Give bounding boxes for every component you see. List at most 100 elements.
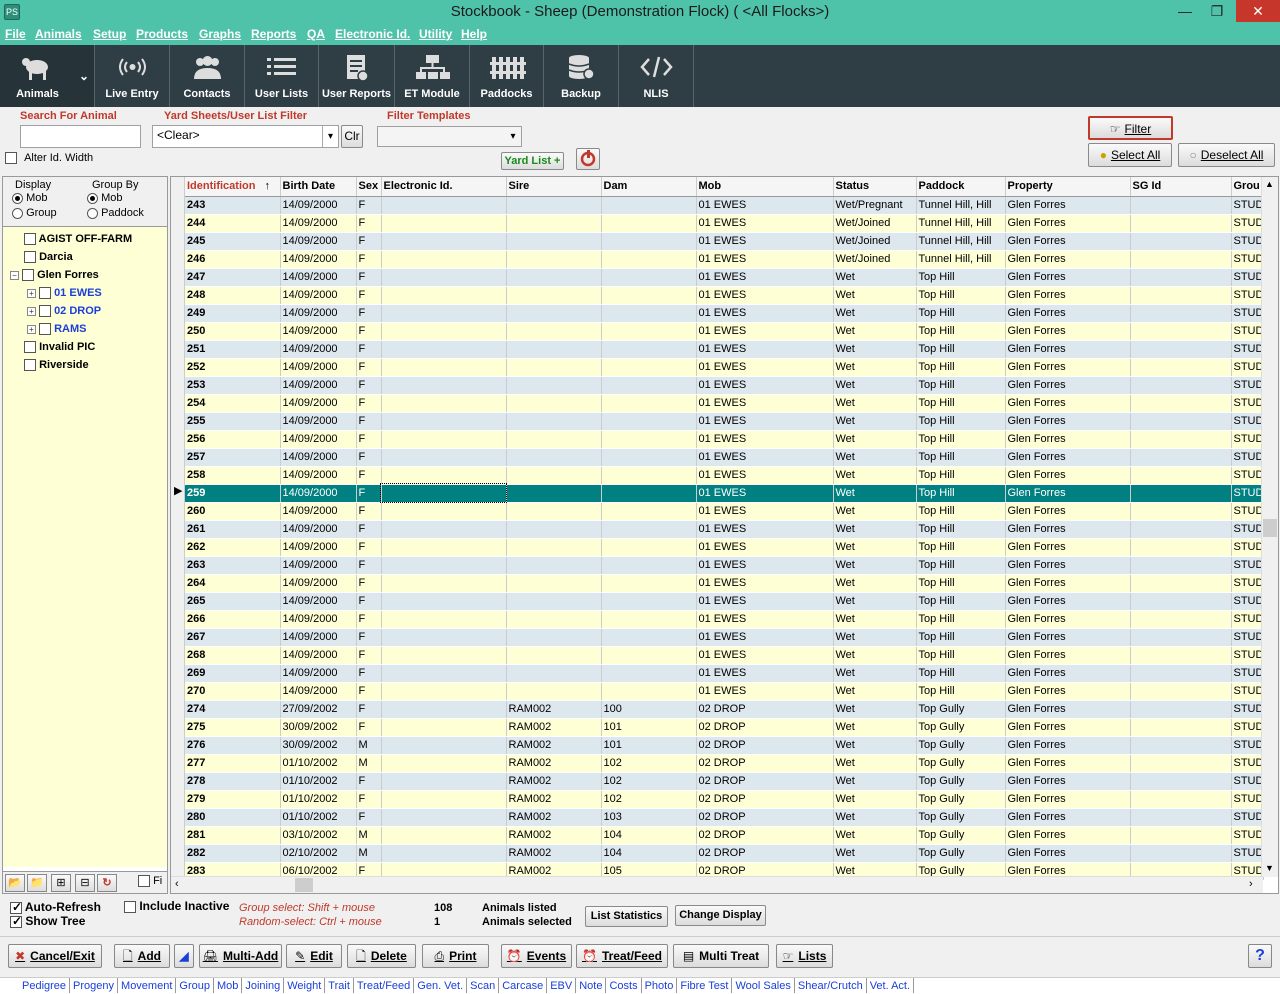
table-cell[interactable]	[1130, 664, 1232, 683]
horizontal-scrollbar[interactable]: ‹ ›	[171, 876, 1263, 893]
table-cell[interactable]: 14/09/2000	[280, 520, 357, 539]
table-cell[interactable]: F	[356, 628, 382, 647]
checkbox-box[interactable]	[5, 152, 17, 165]
table-cell[interactable]: Wet	[833, 520, 917, 539]
table-cell[interactable]	[506, 376, 602, 395]
table-cell[interactable]: F	[356, 322, 382, 341]
table-cell[interactable]	[601, 268, 697, 287]
table-cell[interactable]	[506, 322, 602, 341]
table-cell[interactable]: Glen Forres	[1005, 484, 1131, 503]
table-cell[interactable]: Glen Forres	[1005, 430, 1131, 449]
table-cell[interactable]: STUD	[1231, 286, 1265, 305]
table-cell[interactable]: Glen Forres	[1005, 466, 1131, 485]
toolbar-animals[interactable]: Animals ⌄	[0, 45, 95, 107]
table-cell[interactable]: Top Hill	[916, 412, 1006, 431]
table-cell[interactable]: Wet	[833, 610, 917, 629]
table-cell[interactable]: 244	[185, 214, 281, 233]
table-cell[interactable]: Wet	[833, 376, 917, 395]
table-cell[interactable]: 02 DROP	[696, 826, 834, 845]
table-cell[interactable]: 14/09/2000	[280, 304, 357, 323]
table-cell[interactable]	[381, 376, 507, 395]
col-birth-date[interactable]: Birth Date	[280, 177, 357, 197]
table-cell[interactable]	[506, 592, 602, 611]
toolbar-et-module[interactable]: ET Module	[395, 45, 470, 107]
checkbox-box[interactable]	[24, 251, 36, 264]
table-cell[interactable]: Glen Forres	[1005, 682, 1131, 701]
col-paddock[interactable]: Paddock	[916, 177, 1006, 197]
table-cell[interactable]: 103	[601, 808, 697, 827]
delete-button[interactable]: 🗋 Delete	[347, 944, 416, 968]
table-cell[interactable]: Wet	[833, 628, 917, 647]
link-carcase[interactable]: Carcase	[499, 978, 548, 993]
table-cell[interactable]	[1130, 538, 1232, 557]
table-cell[interactable]: F	[356, 358, 382, 377]
table-cell[interactable]: Glen Forres	[1005, 196, 1131, 215]
table-cell[interactable]: 246	[185, 250, 281, 269]
table-cell[interactable]: Wet	[833, 574, 917, 593]
table-cell[interactable]: 277	[185, 754, 281, 773]
table-cell[interactable]: 281	[185, 826, 281, 845]
table-cell[interactable]	[1130, 556, 1232, 575]
table-cell[interactable]: 266	[185, 610, 281, 629]
table-cell[interactable]	[381, 790, 507, 809]
table-cell[interactable]	[381, 286, 507, 305]
link-note[interactable]: Note	[576, 978, 607, 993]
table-cell[interactable]	[381, 340, 507, 359]
chevron-down-icon[interactable]: ⌄	[75, 69, 93, 83]
table-cell[interactable]: Top Hill	[916, 286, 1006, 305]
table-cell[interactable]: M	[356, 844, 382, 863]
chevron-down-icon[interactable]: ▾	[505, 127, 521, 146]
search-input[interactable]	[20, 125, 141, 148]
table-cell[interactable]: 278	[185, 772, 281, 791]
table-cell[interactable]: 01 EWES	[696, 502, 834, 521]
table-cell[interactable]: Top Hill	[916, 376, 1006, 395]
table-cell[interactable]	[506, 610, 602, 629]
table-cell[interactable]: Top Hill	[916, 340, 1006, 359]
table-cell[interactable]: Glen Forres	[1005, 448, 1131, 467]
table-cell[interactable]: 282	[185, 844, 281, 863]
table-cell[interactable]	[506, 628, 602, 647]
table-cell[interactable]	[601, 304, 697, 323]
table-cell[interactable]: STUD	[1231, 466, 1265, 485]
table-cell[interactable]: Wet	[833, 718, 917, 737]
table-cell[interactable]: 01 EWES	[696, 412, 834, 431]
table-cell[interactable]: 14/09/2000	[280, 664, 357, 683]
table-cell[interactable]: 30/09/2002	[280, 736, 357, 755]
table-cell[interactable]: Top Hill	[916, 448, 1006, 467]
table-cell[interactable]	[381, 826, 507, 845]
table-cell[interactable]: 14/09/2000	[280, 538, 357, 557]
table-cell[interactable]: 01/10/2002	[280, 772, 357, 791]
table-cell[interactable]	[506, 304, 602, 323]
table-cell[interactable]: 01/10/2002	[280, 754, 357, 773]
table-row[interactable]: 275 30/09/2002 F RAM002 101 02 DROP Wet Top Gul…	[185, 718, 1265, 737]
table-cell[interactable]: 275	[185, 718, 281, 737]
table-row[interactable]: 247 14/09/2000 F 01 EWES Wet Top Hill Glen For…	[185, 268, 1265, 287]
auto-refresh-checkbox[interactable]: Auto-Refresh	[10, 900, 101, 914]
add-button[interactable]: 🗋 Add	[114, 944, 170, 968]
refresh-icon[interactable]: ↻	[97, 874, 117, 892]
table-cell[interactable]	[1130, 448, 1232, 467]
table-cell[interactable]	[381, 232, 507, 251]
table-cell[interactable]: Glen Forres	[1005, 214, 1131, 233]
checkbox-box[interactable]	[39, 287, 51, 300]
filter-button[interactable]: ☞ Filter	[1088, 116, 1173, 140]
cancel-exit-button[interactable]: ✖ Cancel/Exit	[8, 944, 102, 968]
table-cell[interactable]: 01 EWES	[696, 250, 834, 269]
col-electronic-id[interactable]: Electronic Id.	[381, 177, 507, 197]
table-row[interactable]: 252 14/09/2000 F 01 EWES Wet Top Hill Glen For…	[185, 358, 1265, 377]
table-cell[interactable]	[506, 430, 602, 449]
table-cell[interactable]	[1130, 808, 1232, 827]
table-cell[interactable]	[1130, 304, 1232, 323]
table-cell[interactable]	[601, 628, 697, 647]
table-cell[interactable]	[601, 502, 697, 521]
table-cell[interactable]	[1130, 484, 1232, 503]
table-row[interactable]: 255 14/09/2000 F 01 EWES Wet Top Hill Glen For…	[185, 412, 1265, 431]
link-trait[interactable]: Trait	[325, 978, 354, 993]
table-cell[interactable]: 01 EWES	[696, 520, 834, 539]
col-mob[interactable]: Mob	[696, 177, 834, 197]
toolbar-nlis[interactable]: NLIS	[619, 45, 694, 107]
table-cell[interactable]: 254	[185, 394, 281, 413]
table-cell[interactable]	[1130, 520, 1232, 539]
table-cell[interactable]	[1130, 196, 1232, 215]
table-cell[interactable]: 261	[185, 520, 281, 539]
